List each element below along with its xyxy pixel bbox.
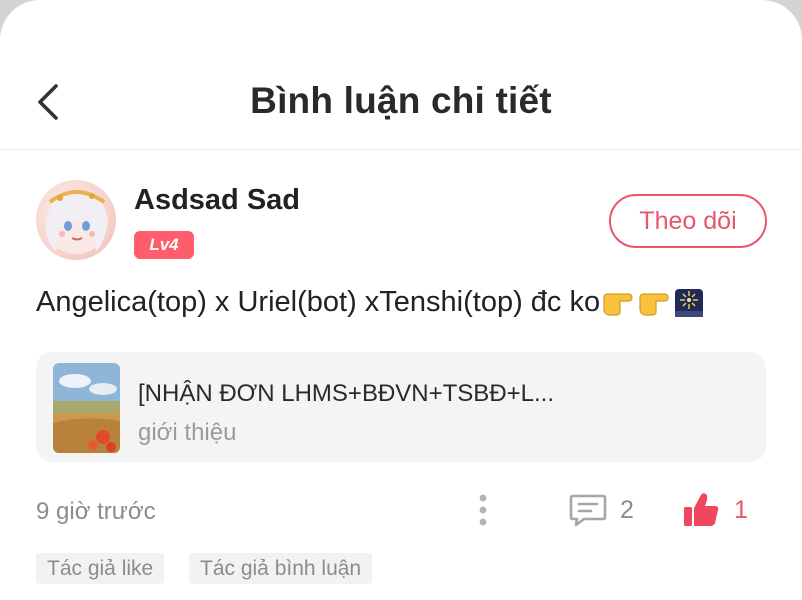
more-vertical-icon	[479, 494, 487, 526]
backhand-index-pointing-right-icon	[638, 288, 672, 318]
backhand-index-pointing-right-icon	[602, 288, 636, 318]
like-count: 1	[734, 495, 748, 524]
fireworks-icon	[674, 288, 704, 318]
reply-count: 2	[620, 495, 634, 524]
author-name[interactable]: Asdsad Sad	[134, 184, 300, 217]
linked-post-card[interactable]: [NHẬN ĐƠN LHMS+BĐVN+TSBĐ+L... giới thiệu	[36, 352, 766, 462]
header: Bình luận chi tiết	[0, 60, 802, 150]
avatar[interactable]	[36, 180, 116, 260]
post-thumbnail	[53, 363, 120, 453]
thumbs-up-icon	[684, 493, 719, 526]
comment-bubble-icon	[569, 494, 607, 527]
post-title: [NHẬN ĐƠN LHMS+BĐVN+TSBĐ+L...	[138, 380, 555, 407]
follow-button[interactable]: Theo dõi	[609, 194, 767, 248]
post-subtitle: giới thiệu	[138, 419, 237, 446]
reply-button[interactable]: 2	[568, 490, 634, 530]
like-button[interactable]: 1	[682, 488, 748, 532]
more-options-button[interactable]	[470, 490, 496, 530]
tag-author-commented[interactable]: Tác giả bình luận	[189, 553, 373, 584]
avatar-image	[45, 189, 108, 254]
comment-text: Angelica(top) x Uriel(bot) xTenshi(top) …	[36, 286, 601, 318]
level-badge: Lv4	[134, 231, 194, 259]
comment-detail-sheet: Bình luận chi tiết Asdsad Sad Lv4 Theo d…	[0, 0, 802, 600]
comment-timestamp: 9 giờ trước	[36, 498, 156, 525]
tag-author-liked[interactable]: Tác giả like	[36, 553, 165, 584]
page-title: Bình luận chi tiết	[250, 80, 552, 121]
comment-body: Angelica(top) x Uriel(bot) xTenshi(top) …	[36, 286, 704, 319]
